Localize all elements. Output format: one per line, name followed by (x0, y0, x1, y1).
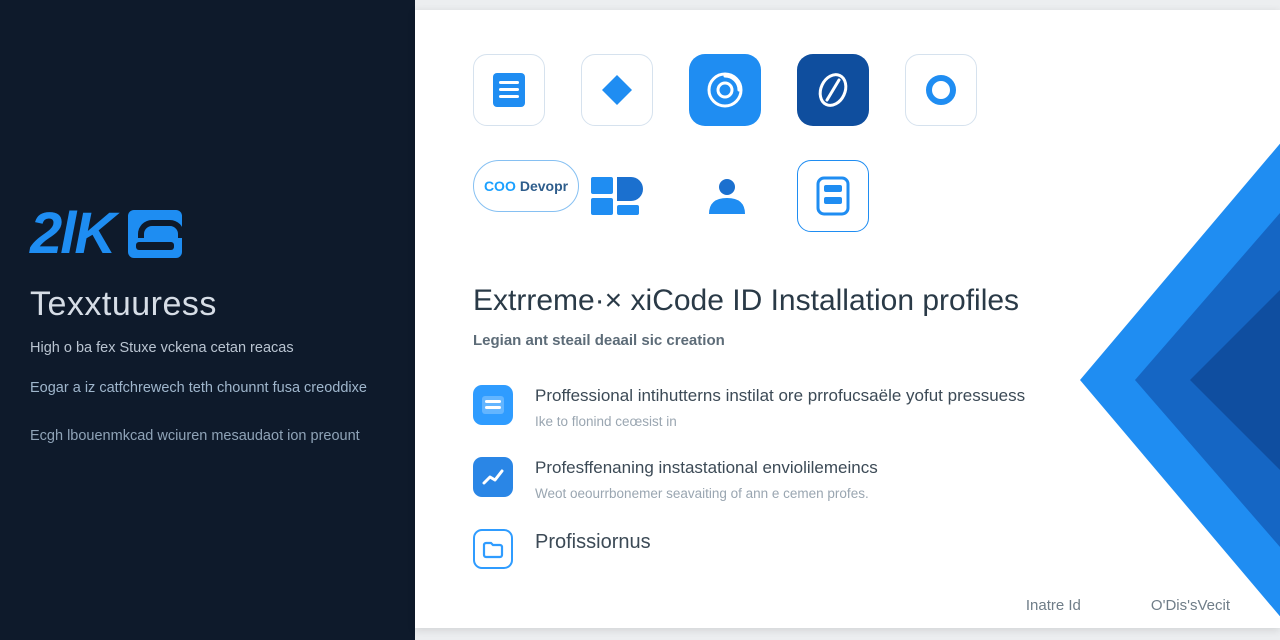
feature-item-2: Profesffenaning instastational enviolile… (473, 457, 1113, 501)
ring-icon (924, 73, 958, 107)
tile-windows[interactable] (581, 160, 653, 232)
sidebar-caption-2: Eogar a iz catfchrewech teth chounnt fus… (30, 378, 381, 400)
tile-leaf[interactable] (797, 54, 869, 126)
feature-desc-2: Weot oeourrbonemer seavaiting of ann e c… (535, 486, 878, 501)
main-panel: COO Devopr (415, 10, 1280, 628)
app-root: 2lK Texxtuuress High o ba fex Stuxe vcke… (0, 0, 1280, 640)
feature-text-3: Profissiornus (535, 529, 651, 556)
logo-text: 2lK (30, 205, 114, 263)
grid-spacer (905, 160, 1013, 238)
tile-spiral[interactable] (689, 54, 761, 126)
devopr-chip[interactable]: COO Devopr (473, 160, 579, 212)
feature-item-3: Profissiornus (473, 529, 1113, 569)
tile-diamond[interactable] (581, 54, 653, 126)
page-subheadline: Legian ant steail deaail sic creation (473, 332, 1280, 349)
app-icon-grid: COO Devopr (473, 54, 1280, 238)
sidebar-caption-1: High o ba fex Stuxe vckena cetan reacas (30, 338, 381, 360)
tile-ring[interactable] (905, 54, 977, 126)
leaf-icon (813, 70, 853, 110)
logo-mark-icon (128, 210, 182, 258)
windows-icon (589, 173, 645, 219)
sidebar: 2lK Texxtuuress High o ba fex Stuxe vcke… (0, 0, 415, 640)
list-panel-icon (814, 175, 852, 217)
tile-person[interactable] (689, 160, 761, 232)
footer-links: Inatre Id O'Dis'sVecit (1026, 597, 1230, 614)
person-icon (701, 174, 749, 218)
feature-desc-1: Ike to flonind ceœsist in (535, 414, 1025, 429)
chip-right-text: Devopr (520, 178, 568, 194)
feature-title-3: Profissiornus (535, 529, 651, 556)
folder-open-icon (473, 529, 513, 569)
document-lines-icon (488, 69, 530, 111)
tile-document[interactable] (473, 54, 545, 126)
tile-list-panel[interactable] (797, 160, 869, 232)
feature-title-2: Profesffenaning instastational enviolile… (535, 457, 878, 480)
feature-text-2: Profesffenaning instastational enviolile… (535, 457, 878, 501)
feature-title-1: Proffessional intihutterns instilat ore … (535, 385, 1025, 408)
feature-item-1: Proffessional intihutterns instilat ore … (473, 385, 1113, 429)
brand-logo: 2lK (30, 205, 381, 263)
chart-up-icon (473, 457, 513, 497)
diamond-icon (597, 70, 637, 110)
spiral-icon (703, 68, 747, 112)
sidebar-title: Texxtuuress (30, 285, 381, 324)
footer-link-left[interactable]: Inatre Id (1026, 597, 1081, 614)
footer-link-right[interactable]: O'Dis'sVecit (1151, 597, 1230, 614)
feature-text-1: Proffessional intihutterns instilat ore … (535, 385, 1025, 429)
feature-list: Proffessional intihutterns instilat ore … (473, 385, 1113, 569)
sidebar-caption-3: Ecgh lbouenmkcad wciuren mesaudaot ion p… (30, 426, 381, 448)
chip-left-text: COO (484, 178, 516, 194)
page-headline: Extrreme·× xiCode ID Installation profil… (473, 284, 1280, 318)
card-icon (473, 385, 513, 425)
